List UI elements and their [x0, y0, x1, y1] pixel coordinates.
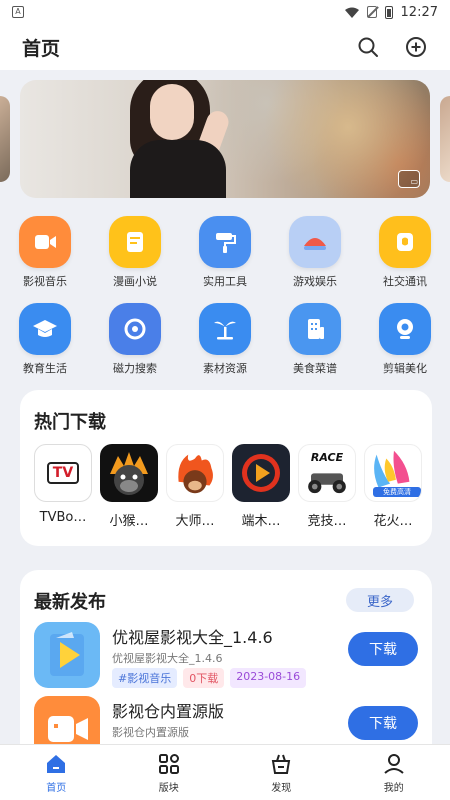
download-count-tag: 0下载: [183, 668, 225, 688]
download-button[interactable]: 下载: [348, 706, 418, 740]
hot-item-monkey[interactable]: 小猴…: [100, 444, 158, 529]
category-label: 实用工具: [203, 275, 247, 288]
grid-icon: [158, 753, 179, 774]
app-name: 影视仓内置源版: [112, 702, 225, 721]
hot-item-name: 小猴…: [109, 514, 149, 529]
building-icon: [289, 303, 341, 355]
app-thumb-play: [232, 444, 290, 502]
app-thumb-race: RACE: [298, 444, 356, 502]
status-icons: 12:27: [344, 4, 438, 20]
app-row[interactable]: 优视屋影视大全_1.4.6 优视屋影视大全_1.4.6 #影视音乐 0下载 20…: [34, 622, 418, 694]
category-social[interactable]: 社交通讯: [360, 216, 450, 289]
app-name: 优视屋影视大全_1.4.6: [112, 628, 273, 647]
paint-roller-icon: [199, 216, 251, 268]
battery-icon: [384, 5, 393, 19]
hot-item-name: 竞技…: [307, 514, 347, 529]
category-label: 磁力搜索: [113, 362, 157, 375]
category-label: 社交通讯: [383, 275, 427, 288]
search-icon[interactable]: [356, 35, 380, 59]
app-thumb-fire-monkey: [166, 444, 224, 502]
more-button[interactable]: 更多: [346, 588, 414, 612]
profile-icon: [384, 753, 404, 774]
hot-item-name: TVBo…: [39, 510, 87, 525]
home-icon: [47, 754, 66, 773]
category-label: 剪辑美化: [383, 362, 427, 375]
fullscreen-icon: ▭: [398, 170, 420, 188]
app-icon-youshiwu: [34, 622, 100, 688]
nav-label: 版块: [158, 782, 179, 794]
app-thumb-monkey: [100, 444, 158, 502]
category-tools[interactable]: 实用工具: [180, 216, 270, 289]
download-button[interactable]: 下载: [348, 632, 418, 666]
app-subtitle: 影视仓内置源版: [112, 726, 189, 739]
category-comic-novel[interactable]: 漫画小说: [90, 216, 180, 289]
banner-next-peek[interactable]: [440, 96, 450, 182]
category-label: 素材资源: [203, 362, 247, 375]
category-label: 漫画小说: [113, 275, 157, 288]
game-face-icon: [289, 216, 341, 268]
palm-tree-icon: [199, 303, 251, 355]
hot-item-name: 端木…: [241, 514, 281, 529]
nav-label: 我的: [383, 782, 404, 794]
category-editing[interactable]: 剪辑美化: [360, 303, 450, 376]
nav-sections[interactable]: 版块: [113, 745, 226, 800]
hot-item-name: 大师…: [175, 514, 215, 529]
banner-carousel[interactable]: ▭: [0, 80, 450, 200]
hot-item-duanmu[interactable]: 端木…: [232, 444, 290, 529]
app-thumb-tv: TV: [34, 444, 92, 502]
hot-item-tvbox[interactable]: TV TVBo…: [34, 444, 92, 529]
hot-downloads-list: TV TVBo… 小猴… 大师… 端木… RACE 竞技… 免费高清 花火…: [34, 444, 422, 529]
latest-releases-card: 最新发布 更多 优视屋影视大全_1.4.6 优视屋影视大全_1.4.6 #影视音…: [20, 570, 432, 770]
category-label: 影视音乐: [23, 275, 67, 288]
category-food[interactable]: 美食菜谱: [270, 303, 360, 376]
category-label: 游戏娱乐: [293, 275, 337, 288]
nav-label: 首页: [46, 782, 67, 794]
hot-item-name: 花火…: [373, 514, 413, 529]
category-grid: 影视音乐 漫画小说 实用工具 游戏娱乐 社交通讯 教育生活 磁力搜索 素材资源 …: [0, 216, 450, 376]
hot-item-master[interactable]: 大师…: [166, 444, 224, 529]
hot-downloads-title: 热门下载: [34, 412, 106, 433]
book-icon: [109, 216, 161, 268]
discover-bag-icon: [272, 754, 291, 774]
nav-discover[interactable]: 发现: [225, 745, 338, 800]
top-app-bar: 首页: [0, 24, 450, 70]
category-games[interactable]: 游戏娱乐: [270, 216, 360, 289]
latest-releases-title: 最新发布: [34, 592, 106, 613]
hot-downloads-card: 热门下载 TV TVBo… 小猴… 大师… 端木… RACE 竞技… 免费高清 …: [20, 390, 432, 546]
app-subtitle: 优视屋影视大全_1.4.6: [112, 652, 223, 665]
category-label: 教育生活: [23, 362, 67, 375]
banner-slide[interactable]: ▭: [20, 80, 430, 198]
category-materials[interactable]: 素材资源: [180, 303, 270, 376]
clock: 12:27: [400, 4, 438, 20]
category-label: 美食菜谱: [293, 362, 337, 375]
category-tag: #影视音乐: [112, 668, 178, 688]
category-magnet-search[interactable]: 磁力搜索: [90, 303, 180, 376]
graduation-cap-icon: [19, 303, 71, 355]
nav-home[interactable]: 首页: [0, 745, 113, 800]
category-education[interactable]: 教育生活: [0, 303, 90, 376]
page-title: 首页: [22, 37, 61, 60]
category-video-music[interactable]: 影视音乐: [0, 216, 90, 289]
bottom-navigation: 首页 版块 发现 我的: [0, 744, 450, 800]
nav-profile[interactable]: 我的: [338, 745, 450, 800]
webcam-icon: [379, 303, 431, 355]
chat-icon: [379, 216, 431, 268]
banner-prev-peek[interactable]: [0, 96, 10, 182]
hot-item-huahuo[interactable]: 免费高清 花火…: [364, 444, 422, 529]
no-sim-icon: [366, 6, 377, 18]
wifi-icon: [344, 7, 359, 18]
app-thumb-huahuo: 免费高清: [364, 444, 422, 502]
app-tags: #影视音乐 0下载 2023-08-16: [112, 668, 307, 688]
add-circle-icon[interactable]: [404, 35, 428, 59]
date-tag: 2023-08-16: [230, 668, 307, 688]
notification-a-icon: A: [12, 6, 24, 18]
nav-label: 发现: [271, 782, 292, 794]
video-camera-icon: [19, 216, 71, 268]
hot-item-race[interactable]: RACE 竞技…: [298, 444, 356, 529]
magnet-search-icon: [109, 303, 161, 355]
status-bar: A 12:27: [0, 0, 450, 24]
